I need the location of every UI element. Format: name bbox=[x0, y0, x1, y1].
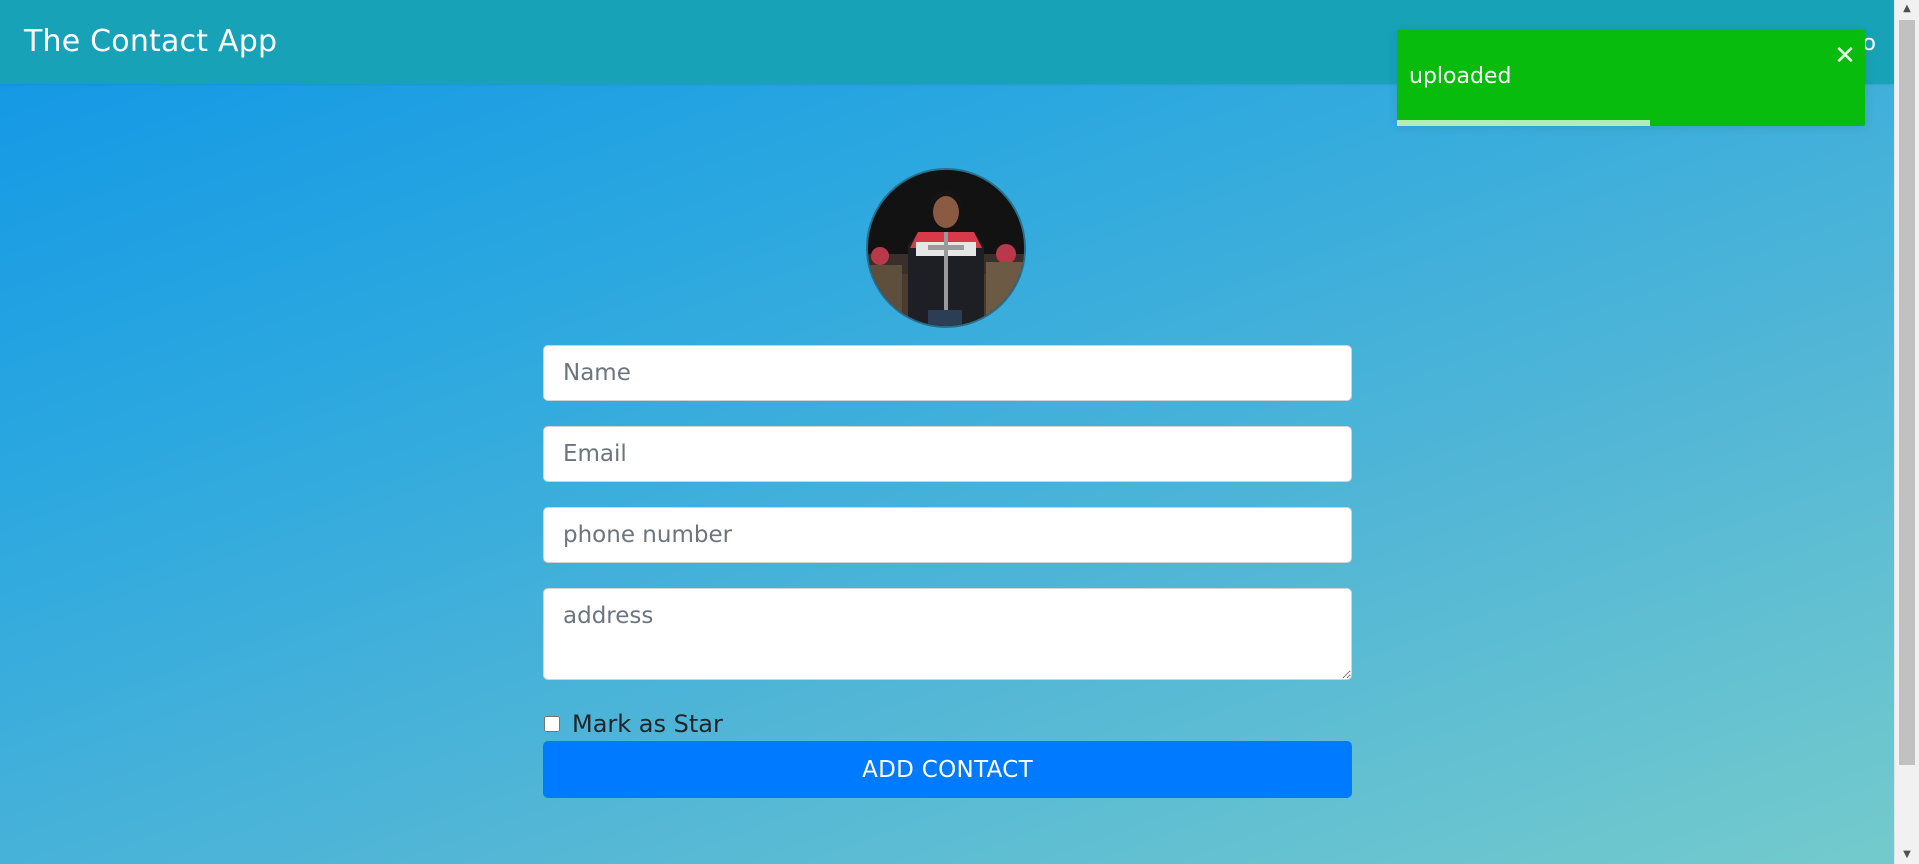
scroll-up-icon[interactable]: ▲ bbox=[1895, 0, 1919, 18]
contact-avatar[interactable] bbox=[866, 168, 1026, 328]
email-input[interactable] bbox=[543, 426, 1352, 482]
scroll-down-icon[interactable]: ▼ bbox=[1895, 846, 1919, 864]
avatar-image bbox=[868, 170, 1024, 326]
toast-progress-bar bbox=[1397, 120, 1650, 126]
toast-progress-track bbox=[1397, 120, 1865, 126]
mark-star-row: Mark as Star bbox=[543, 708, 723, 740]
mark-star-checkbox[interactable] bbox=[544, 716, 560, 732]
close-icon[interactable]: ✕ bbox=[1833, 43, 1857, 69]
brand-title[interactable]: The Contact App bbox=[24, 22, 277, 62]
toast-notification[interactable]: uploaded ✕ bbox=[1397, 30, 1865, 126]
toast-message: uploaded bbox=[1409, 64, 1512, 89]
app-root: The Contact App o Mark as Star A bbox=[0, 0, 1919, 864]
name-input[interactable] bbox=[543, 345, 1352, 401]
vertical-scrollbar[interactable]: ▲ ▼ bbox=[1894, 0, 1919, 864]
phone-input[interactable] bbox=[543, 507, 1352, 563]
mark-star-label[interactable]: Mark as Star bbox=[572, 709, 723, 739]
scroll-thumb[interactable] bbox=[1899, 20, 1915, 765]
add-contact-button[interactable]: ADD CONTACT bbox=[543, 741, 1352, 798]
address-textarea[interactable] bbox=[543, 588, 1352, 680]
